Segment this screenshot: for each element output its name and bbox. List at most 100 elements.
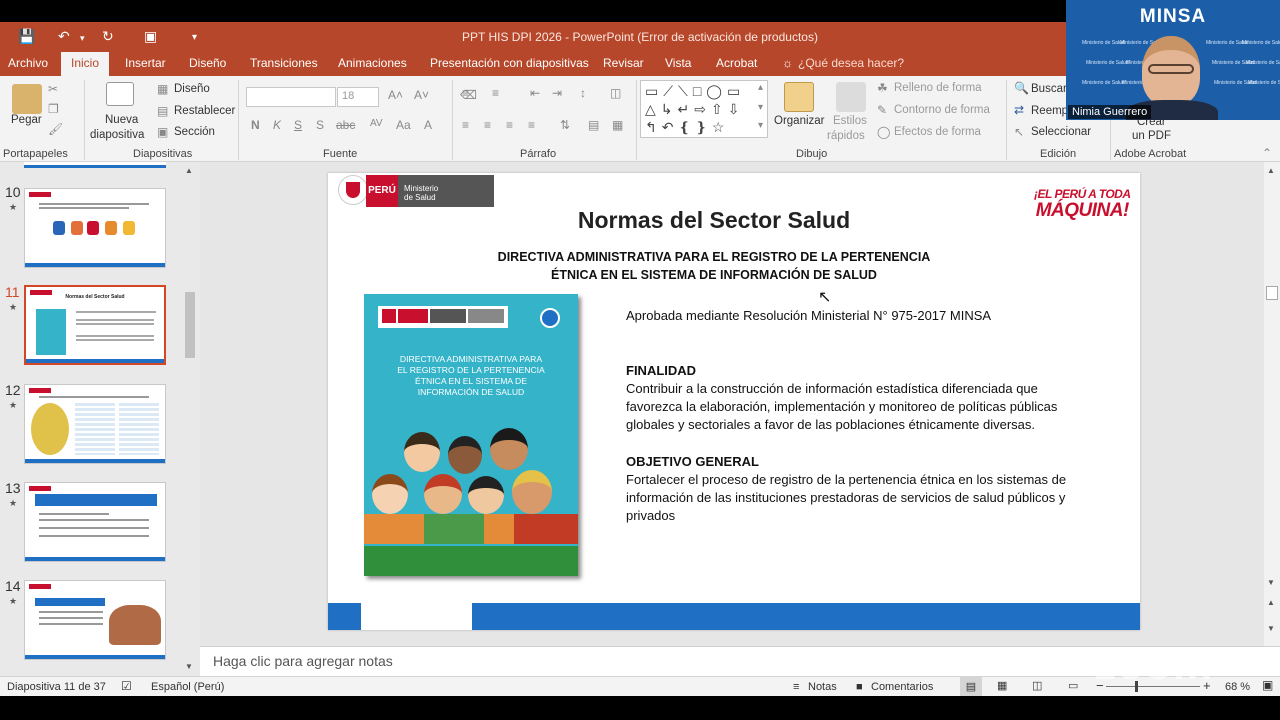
thumbnails-scrollbar[interactable]: ▲ ▼	[183, 164, 197, 674]
reset-button[interactable]: Restablecer	[174, 105, 235, 117]
scroll-up-icon[interactable]: ▲	[1267, 166, 1275, 175]
font-size-select[interactable]: 18	[337, 87, 379, 107]
new-slide-label[interactable]: diapositiva	[90, 129, 144, 141]
copy-icon[interactable]: ❐	[48, 102, 59, 116]
justify-icon[interactable]: ≡	[528, 118, 535, 132]
tab-inicio[interactable]: Inicio	[61, 52, 110, 76]
gallery-more-icon[interactable]: ▾	[758, 120, 763, 131]
shape-effects-icon: ◯	[877, 125, 891, 139]
scroll-thumb[interactable]	[1266, 286, 1278, 300]
tab-revisar[interactable]: Revisar	[603, 56, 644, 70]
decrease-indent-icon[interactable]: ⇤	[530, 86, 540, 100]
comments-button[interactable]: Comentarios	[871, 681, 933, 693]
format-painter-icon[interactable]: 🖌	[48, 122, 63, 136]
new-slide-button[interactable]: Nueva	[105, 114, 138, 126]
underline-button[interactable]: S	[294, 118, 302, 132]
italic-button[interactable]: K	[273, 118, 281, 132]
language-indicator[interactable]: Español (Perú)	[151, 681, 224, 693]
approval-text[interactable]: Aprobada mediante Resolución Ministerial…	[626, 308, 991, 323]
slide-subtitle[interactable]: DIRECTIVA ADMINISTRATIVA PARA EL REGISTR…	[328, 248, 1100, 284]
strikethrough-button[interactable]: abc	[336, 118, 355, 132]
grow-font-icon[interactable]: A˄	[388, 88, 403, 102]
notes-button[interactable]: Notas	[808, 681, 837, 693]
next-slide-icon[interactable]: ▼	[1267, 624, 1275, 633]
find-button[interactable]: Buscar	[1031, 83, 1067, 95]
arrange-button[interactable]: Organizar	[774, 115, 825, 127]
align-center-icon[interactable]: ≡	[484, 118, 491, 132]
quick-styles-button[interactable]: Estilos	[833, 115, 867, 127]
tab-archivo[interactable]: Archivo	[8, 56, 48, 70]
tab-vista[interactable]: Vista	[665, 56, 691, 70]
line-spacing-icon[interactable]: ↕	[580, 86, 586, 100]
char-spacing-button[interactable]: AV	[370, 118, 383, 129]
participant-video[interactable]: MINSA Ministerio de Salud Ministerio de …	[1066, 0, 1280, 120]
tab-diseno[interactable]: Diseño	[189, 56, 226, 70]
zoom-level[interactable]: 68 %	[1225, 681, 1250, 693]
create-pdf-label[interactable]: un PDF	[1132, 130, 1171, 142]
slide-thumbnail-11[interactable]: Normas del Sector Salud	[24, 285, 166, 365]
paste-button[interactable]: Pegar	[11, 114, 42, 126]
slide-thumbnail-14[interactable]	[24, 580, 166, 660]
tab-transiciones[interactable]: Transiciones	[250, 56, 318, 70]
shrink-font-icon[interactable]: A˅	[414, 88, 429, 102]
gallery-scroll-up-icon[interactable]: ▴	[758, 82, 763, 93]
collapse-ribbon-icon[interactable]: ⌃	[1262, 146, 1272, 160]
bold-button[interactable]: N	[251, 118, 260, 132]
quick-styles-icon[interactable]	[836, 82, 866, 112]
slide-title[interactable]: Normas del Sector Salud	[328, 207, 1100, 234]
tab-insertar[interactable]: Insertar	[125, 56, 166, 70]
normal-view-icon[interactable]: ▤	[960, 677, 982, 696]
section-button[interactable]: Sección	[174, 126, 215, 138]
shape-fill-button[interactable]: Relleno de forma	[894, 82, 982, 94]
scroll-down-icon[interactable]: ▼	[185, 662, 193, 671]
scroll-up-icon[interactable]: ▲	[185, 166, 193, 175]
gallery-scroll-down-icon[interactable]: ▾	[758, 102, 763, 113]
slide-thumbnail-10[interactable]	[24, 188, 166, 268]
columns-icon[interactable]: ◫	[610, 86, 621, 100]
shadow-button[interactable]: S	[316, 118, 324, 132]
objetivo-section[interactable]: OBJETIVO GENERAL Fortalecer el proceso d…	[626, 453, 1066, 525]
increase-indent-icon[interactable]: ⇥	[552, 86, 562, 100]
animation-star-icon: ★	[9, 202, 18, 212]
animation-star-icon: ★	[9, 302, 18, 312]
font-color-button[interactable]: A	[424, 118, 432, 132]
text-direction-icon[interactable]: ⇅	[560, 118, 570, 132]
slide-sorter-icon[interactable]: ▦	[997, 679, 1007, 692]
slideshow-icon[interactable]: ▭	[1068, 679, 1078, 692]
tab-presentacion[interactable]: Presentación con diapositivas	[430, 56, 589, 70]
bullets-icon[interactable]: ≡	[462, 86, 469, 100]
previous-slide-icon[interactable]: ▲	[1267, 598, 1275, 607]
slide-scrollbar[interactable]: ▲ ▼ ▲ ▼	[1264, 162, 1280, 646]
spellcheck-icon[interactable]: ☑	[121, 679, 132, 693]
align-right-icon[interactable]: ≡	[506, 118, 513, 132]
smartart-icon[interactable]: ▦	[612, 118, 623, 132]
shapes-gallery[interactable]: ▭⟋⟍□◯▭ △↳↵⇨⇧⇩ ↰↶❴❵☆	[640, 80, 768, 138]
arrange-icon[interactable]	[784, 82, 814, 112]
align-text-icon[interactable]: ▤	[588, 118, 599, 132]
tab-animaciones[interactable]: Animaciones	[338, 56, 407, 70]
paste-icon[interactable]	[12, 84, 42, 114]
finalidad-section[interactable]: FINALIDAD Contribuir a la construcción d…	[626, 362, 1057, 434]
current-slide[interactable]: PERÚ Ministerio de Salud ¡EL PERÚ A TODA…	[328, 173, 1140, 630]
tell-me-input[interactable]: ¿Qué desea hacer?	[798, 56, 904, 70]
new-slide-icon[interactable]	[106, 82, 134, 106]
shape-outline-button[interactable]: Contorno de forma	[894, 104, 990, 116]
font-family-select[interactable]	[246, 87, 336, 107]
select-button[interactable]: Seleccionar	[1031, 126, 1091, 138]
replace-button[interactable]: Reemp	[1031, 105, 1068, 117]
quick-styles-label[interactable]: rápidos	[827, 130, 865, 142]
tab-acrobat[interactable]: Acrobat	[716, 56, 757, 70]
numbering-icon[interactable]: ≡	[492, 86, 499, 100]
layout-button[interactable]: Diseño	[174, 83, 210, 95]
fit-slide-icon[interactable]: ▣	[1262, 678, 1273, 692]
cut-icon[interactable]: ✂	[48, 82, 58, 96]
slide-thumbnail-13[interactable]	[24, 482, 166, 562]
align-left-icon[interactable]: ≡	[462, 118, 469, 132]
reading-view-icon[interactable]: ◫	[1032, 679, 1042, 692]
scroll-down-icon[interactable]: ▼	[1267, 578, 1275, 587]
notes-placeholder[interactable]: Haga clic para agregar notas	[213, 653, 393, 669]
shape-effects-button[interactable]: Efectos de forma	[894, 126, 981, 138]
thumbnails-scroll-thumb[interactable]	[185, 292, 195, 358]
change-case-button[interactable]: Aa	[396, 118, 411, 132]
slide-thumbnail-12[interactable]	[24, 384, 166, 464]
